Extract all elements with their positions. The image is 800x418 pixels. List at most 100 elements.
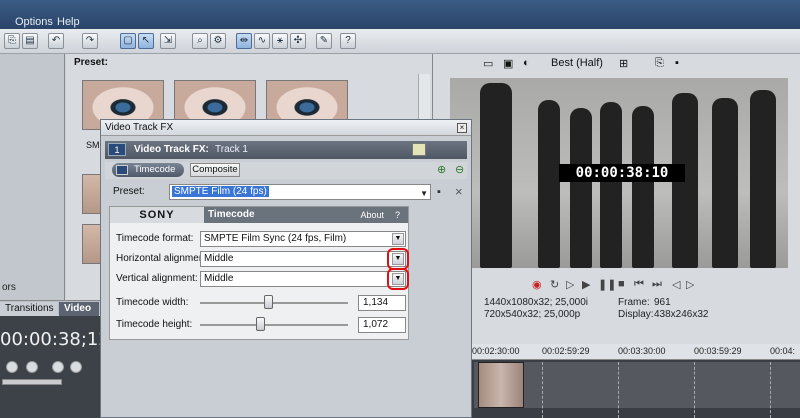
delete-preset-icon[interactable]: ×: [455, 184, 463, 199]
tab-transitions[interactable]: Transitions: [0, 302, 58, 316]
timecode-overlay: 00:00:38:10: [559, 164, 685, 182]
paste-icon[interactable]: ▤: [22, 33, 38, 49]
dialog-title: Video Track FX: [105, 122, 174, 133]
video-clip[interactable]: [478, 362, 524, 408]
track-fx-icon[interactable]: [26, 361, 38, 373]
chevron-down-icon[interactable]: ▼: [392, 233, 404, 245]
timecode-height-row: Timecode height: 1,072: [114, 317, 406, 333]
preview-resolution: 720x540x32; 25,000p: [484, 309, 581, 320]
timecode-height-slider[interactable]: [200, 317, 348, 331]
close-icon[interactable]: ×: [457, 123, 467, 133]
figure-shape: [712, 98, 738, 268]
go-to-start-icon[interactable]: ⏮: [634, 278, 644, 291]
timecode-width-label: Timecode width:: [116, 297, 189, 308]
selection-tool-icon[interactable]: ⇲: [160, 33, 176, 49]
copy-snapshot-icon[interactable]: ⎘: [655, 57, 664, 70]
main-toolbar: ⎘ ▤ ↶ ↷ ▢ ↖ ⇲ ⌕ ⚙ ⇹ ∿ ⚹ ✣ ✎ ?: [0, 29, 800, 54]
loop-icon[interactable]: ↻: [550, 278, 559, 291]
menu-help[interactable]: Help: [57, 16, 80, 28]
copy-icon[interactable]: ⎘: [4, 33, 20, 49]
preview-quality-dropdown[interactable]: Best (Half): [551, 57, 603, 69]
timecode-format-dropdown[interactable]: SMPTE Film Sync (24 fps, Film) ▼: [200, 231, 406, 247]
vertical-alignment-dropdown[interactable]: Middle ▼: [200, 268, 409, 290]
grid-line: [770, 362, 771, 418]
slider-thumb[interactable]: [264, 295, 273, 309]
timecode-width-slider[interactable]: [200, 295, 348, 309]
play-icon[interactable]: ▶: [582, 278, 590, 291]
prev-frame-icon[interactable]: ◁: [672, 278, 680, 291]
track-level-slider[interactable]: [2, 379, 62, 385]
help-icon[interactable]: ?: [395, 210, 400, 220]
horizontal-alignment-dropdown[interactable]: Middle ▼: [200, 248, 409, 270]
frame-label: Frame:: [618, 297, 650, 308]
remove-plugin-icon[interactable]: ⊖: [455, 164, 467, 176]
frame-value: 961: [654, 297, 671, 308]
project-settings-icon[interactable]: ▣: [503, 57, 513, 70]
record-icon[interactable]: ◉: [532, 278, 542, 291]
figure-shape: [600, 102, 622, 268]
normal-edit-tool-icon[interactable]: ▢: [120, 33, 136, 49]
dialog-title-bar[interactable]: Video Track FX ×: [101, 120, 471, 136]
left-panel-label: ors: [2, 282, 16, 293]
preset-caption: SM: [86, 140, 100, 150]
overlays-icon[interactable]: ⊞: [619, 57, 628, 70]
grid-line: [618, 362, 619, 418]
plugin-chain-icon[interactable]: ⊕: [437, 164, 449, 176]
mute-icon[interactable]: [52, 361, 64, 373]
next-frame-icon[interactable]: ▷: [686, 278, 694, 291]
timeline-timecode: 00:00:38;12: [0, 329, 110, 350]
help-icon[interactable]: ?: [340, 33, 356, 49]
plugin-chain-bar: Timecode Composite ⊕ ⊖: [105, 162, 467, 179]
fx-plugin-icon: [116, 165, 128, 175]
save-preset-icon[interactable]: ▪: [437, 186, 441, 198]
crossfade-icon[interactable]: ✣: [290, 33, 306, 49]
pause-icon[interactable]: ❚❚: [598, 278, 616, 291]
slider-thumb[interactable]: [256, 317, 265, 331]
timecode-height-input[interactable]: 1,072: [358, 317, 406, 333]
preset-dropdown[interactable]: SMPTE Film (24 fps) ▼: [169, 184, 431, 200]
monitor-icon[interactable]: ▭: [483, 57, 493, 70]
fx-header-track: Track 1: [215, 144, 248, 155]
timecode-height-label: Timecode height:: [116, 319, 193, 330]
snap-icon[interactable]: ⇹: [236, 33, 252, 49]
preset-heading: Preset:: [74, 57, 108, 68]
horizontal-alignment-label: Horizontal alignment:: [116, 253, 210, 264]
timecode-format-label: Timecode format:: [116, 233, 194, 244]
keyframe-animation-button[interactable]: [412, 143, 426, 156]
about-link[interactable]: About: [360, 210, 384, 220]
figure-shape: [538, 100, 560, 268]
timeline-tracks: 00:02:30:00 00:02:59:29 00:03:30:00 00:0…: [432, 344, 800, 418]
brush-icon[interactable]: ✎: [316, 33, 332, 49]
stop-icon[interactable]: ■: [618, 278, 625, 290]
settings-icon[interactable]: ⚙: [210, 33, 226, 49]
timecode-format-row: Timecode format: SMPTE Film Sync (24 fps…: [114, 231, 406, 247]
track-number-badge: 1: [108, 143, 126, 156]
undo-icon[interactable]: ↶: [48, 33, 64, 49]
timeline-ruler[interactable]: 00:02:30:00 00:02:59:29 00:03:30:00 00:0…: [432, 344, 800, 360]
redo-icon[interactable]: ↷: [82, 33, 98, 49]
envelope-tool-icon[interactable]: ↖: [138, 33, 154, 49]
solo-icon[interactable]: [70, 361, 82, 373]
ruler-tick: 00:02:59:29: [542, 346, 590, 356]
preset-value: SMPTE Film (24 fps): [172, 186, 269, 197]
chain-composite-button[interactable]: Composite: [190, 163, 240, 177]
go-to-end-icon[interactable]: ⏭: [652, 278, 662, 291]
display-value: 438x246x32: [654, 309, 709, 320]
sony-logo: SONY: [110, 207, 204, 223]
tab-video-fx[interactable]: Video FX: [59, 302, 99, 327]
auto-ripple-icon[interactable]: ∿: [254, 33, 270, 49]
preset-label: Preset:: [113, 186, 145, 197]
track-motion-icon[interactable]: [6, 361, 18, 373]
chevron-down-icon[interactable]: ▼: [420, 189, 428, 198]
ruler-tick: 00:03:59:29: [694, 346, 742, 356]
timecode-width-input[interactable]: 1,134: [358, 295, 406, 311]
split-screen-icon[interactable]: ◐: [523, 57, 530, 69]
menu-options[interactable]: Options: [15, 16, 53, 28]
figure-shape: [632, 106, 654, 268]
zoom-tool-icon[interactable]: ⌕: [192, 33, 208, 49]
save-snapshot-icon[interactable]: ▪: [675, 57, 679, 69]
lock-envelopes-icon[interactable]: ⚹: [272, 33, 288, 49]
chain-timecode-button[interactable]: Timecode: [112, 163, 184, 177]
video-track-fx-dialog: Video Track FX × 1 Video Track FX: Track…: [100, 119, 472, 418]
play-from-start-icon[interactable]: ▷: [566, 278, 574, 291]
